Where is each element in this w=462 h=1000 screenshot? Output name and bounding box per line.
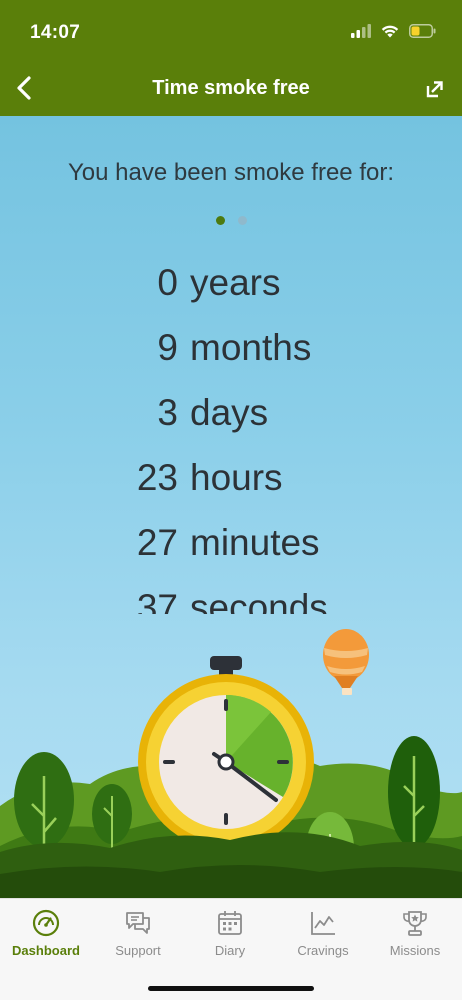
navigation-bar: Time smoke free xyxy=(0,62,462,116)
cellular-signal-icon xyxy=(351,24,371,38)
tab-label: Cravings xyxy=(297,943,349,958)
count-unit: minutes xyxy=(190,522,320,563)
stopwatch-icon xyxy=(138,656,314,850)
chat-bubbles-icon xyxy=(124,909,152,937)
count-value: 0 xyxy=(157,262,178,303)
tab-dashboard[interactable]: Dashboard xyxy=(0,909,92,969)
status-bar: 14:07 xyxy=(0,0,462,62)
count-value: 27 xyxy=(136,522,178,563)
page-dot-1[interactable] xyxy=(215,216,225,225)
count-minutes: 27 minutes xyxy=(0,522,462,587)
tab-support[interactable]: Support xyxy=(92,909,184,969)
count-days: 3 days xyxy=(0,392,462,457)
tab-label: Dashboard xyxy=(12,943,80,958)
tab-diary[interactable]: Diary xyxy=(184,909,276,969)
share-button[interactable] xyxy=(420,74,450,104)
count-unit: hours xyxy=(190,457,283,498)
smoke-free-headline: You have been smoke free for: xyxy=(68,159,394,186)
count-unit: days xyxy=(190,392,269,433)
count-value: 9 xyxy=(157,327,178,368)
count-unit: years xyxy=(190,262,281,303)
line-chart-icon xyxy=(309,909,337,937)
battery-icon xyxy=(409,24,436,38)
count-unit: seconds xyxy=(190,587,328,614)
tab-cravings[interactable]: Cravings xyxy=(277,909,369,969)
tab-label: Support xyxy=(115,943,161,958)
share-icon xyxy=(426,81,443,98)
count-years: 0 years xyxy=(0,262,462,327)
page-title: Time smoke free xyxy=(152,77,310,99)
speedometer-icon xyxy=(32,909,60,937)
count-value: 3 xyxy=(157,392,178,433)
count-value: 37 xyxy=(136,587,178,614)
smoke-free-timer-panel[interactable]: You have been smoke free for: 0 years 9 … xyxy=(0,116,462,898)
count-seconds: 37 seconds xyxy=(0,587,462,614)
trophy-icon xyxy=(401,909,429,937)
status-icons xyxy=(351,24,436,38)
page-indicator xyxy=(0,216,462,225)
calendar-icon xyxy=(216,909,244,937)
hot-air-balloon-icon xyxy=(323,629,369,695)
tab-label: Diary xyxy=(214,943,246,958)
count-unit: months xyxy=(190,327,312,368)
page-dot-2[interactable] xyxy=(237,216,247,225)
status-time: 14:07 xyxy=(30,22,81,43)
elapsed-time-counter: 0 years 9 months 3 days 23 hours 27 minu… xyxy=(0,256,462,614)
tab-missions[interactable]: Missions xyxy=(369,909,461,969)
count-months: 9 months xyxy=(0,327,462,392)
tab-label: Missions xyxy=(389,943,441,958)
bottom-tab-bar: Dashboard Support Diary Cravings Mission… xyxy=(0,898,462,1000)
count-value: 23 xyxy=(136,457,178,498)
count-hours: 23 hours xyxy=(0,457,462,522)
home-indicator[interactable] xyxy=(148,986,314,991)
wifi-icon xyxy=(381,25,399,38)
